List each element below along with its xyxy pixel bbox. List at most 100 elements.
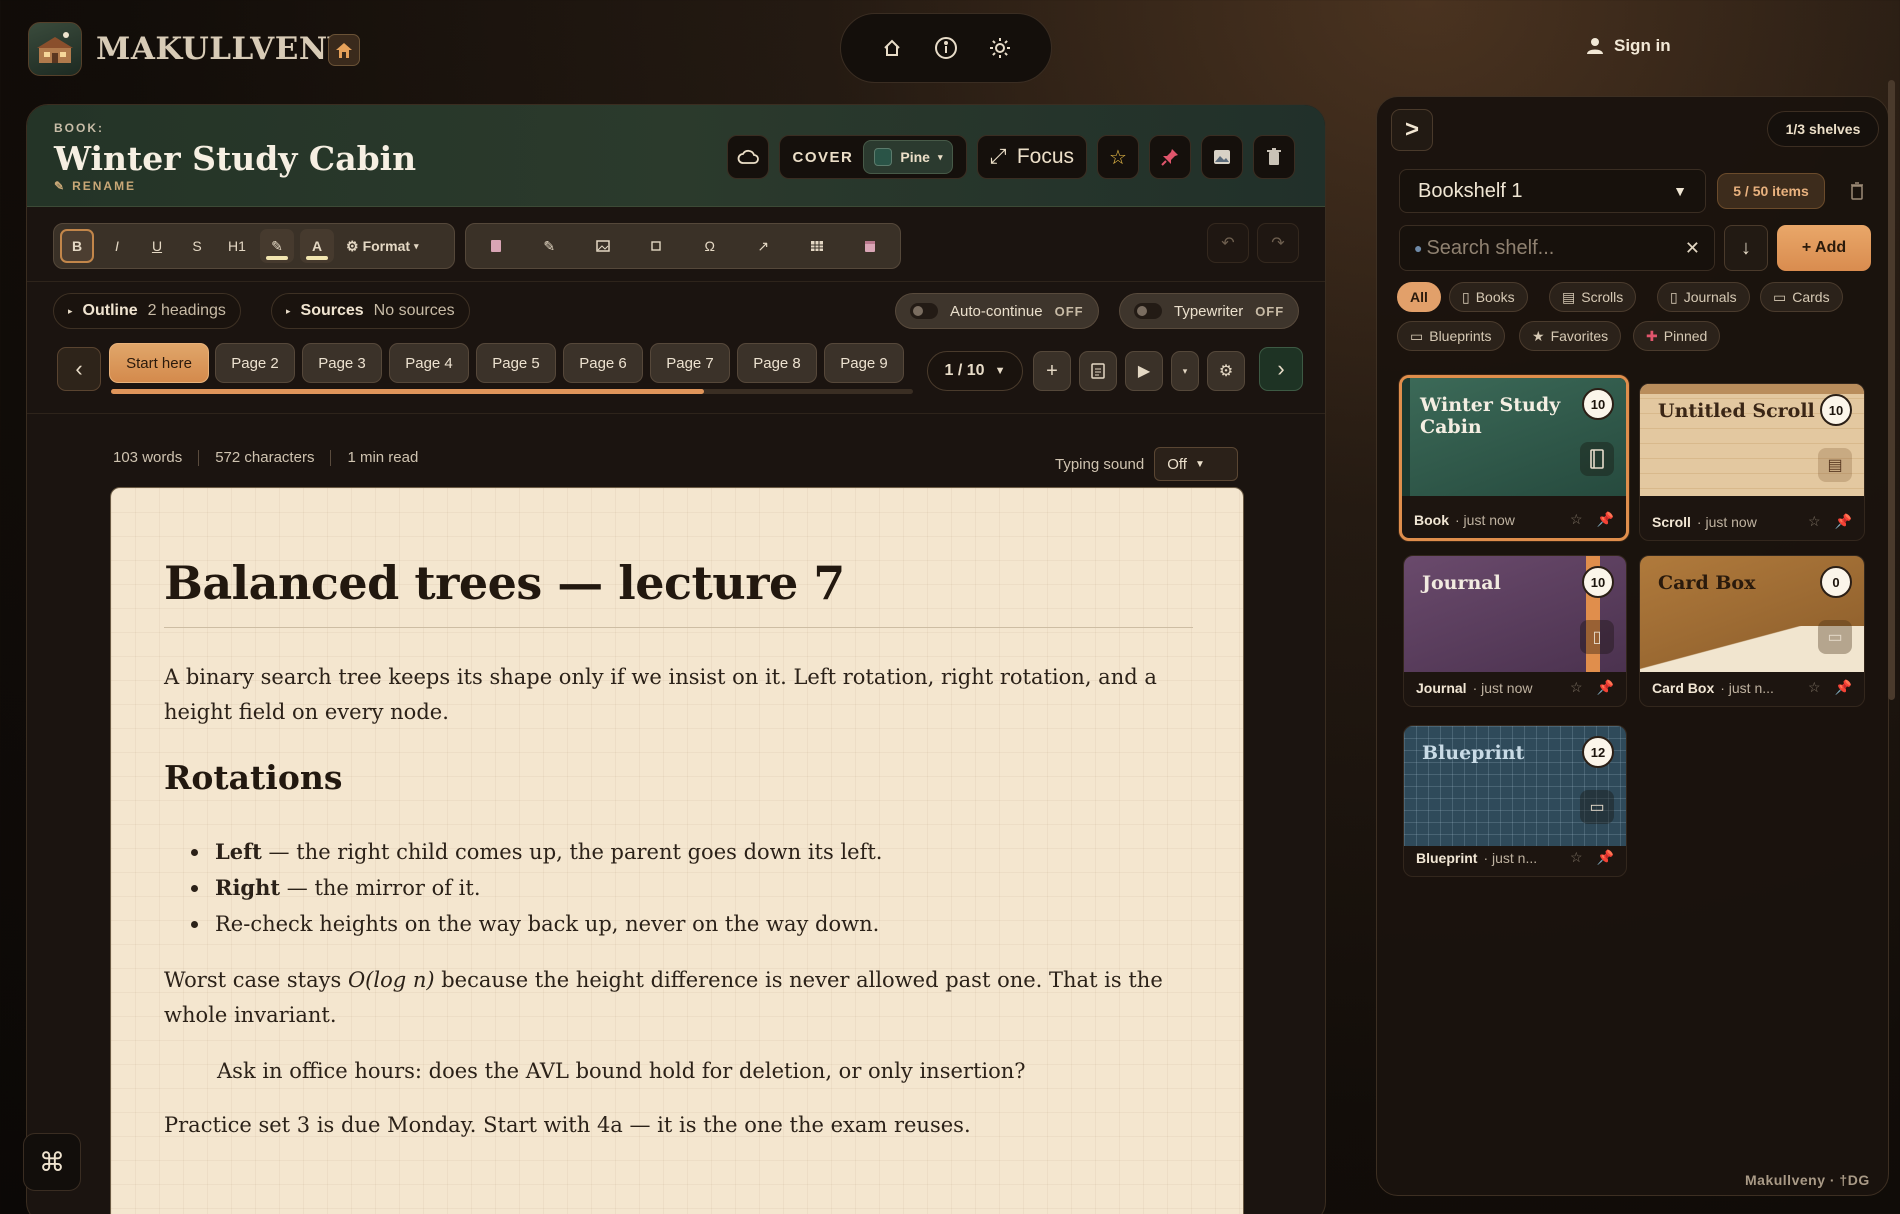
favorite-button[interactable]: ☆ <box>1097 135 1139 179</box>
pin-icon[interactable]: 📌 <box>1597 849 1614 866</box>
command-palette-button[interactable]: ⌘ <box>23 1133 81 1191</box>
page-tab[interactable]: Page 8 <box>737 343 817 383</box>
bookshelf-select[interactable]: Bookshelf 1 ▼ <box>1399 169 1706 213</box>
typing-sound-select[interactable]: Off ▼ <box>1154 447 1239 481</box>
page-tab[interactable]: Page 9 <box>824 343 904 383</box>
format-menu-button[interactable]: ⚙ Format ▾ <box>340 238 425 255</box>
image-icon <box>1214 150 1230 164</box>
filter-scrolls[interactable]: ▤ Scrolls <box>1549 282 1637 312</box>
shape-icon[interactable] <box>639 229 673 263</box>
chevron-down-icon: ▼ <box>1673 183 1687 199</box>
filter-label: Books <box>1475 289 1515 305</box>
symbol-icon[interactable]: Ω <box>693 229 727 263</box>
filter-pinned[interactable]: ✚ Pinned <box>1633 321 1721 351</box>
star-icon[interactable]: ☆ <box>1570 849 1583 866</box>
shelf-card-blueprint[interactable]: Blueprint 12 ▭ Blueprint · just n... ☆ 📌 <box>1403 725 1627 877</box>
star-icon[interactable]: ☆ <box>1808 513 1821 530</box>
page-settings-button[interactable]: ⚙ <box>1207 351 1245 391</box>
image-button[interactable] <box>1201 135 1243 179</box>
clear-search-icon[interactable]: ✕ <box>1685 238 1700 259</box>
calendar-icon[interactable] <box>853 229 887 263</box>
auto-continue-toggle[interactable]: Auto-continue OFF <box>895 293 1099 329</box>
add-item-button[interactable]: + Add <box>1777 225 1871 271</box>
list-item: Re-check heights on the way back up, nev… <box>191 906 882 942</box>
page-tab[interactable]: Page 6 <box>563 343 643 383</box>
shelves-count[interactable]: 1/3 shelves <box>1767 111 1879 147</box>
sources-toggle[interactable]: ▸ Sources No sources <box>271 293 470 329</box>
page-tab[interactable]: Page 5 <box>476 343 556 383</box>
shelf-search-input[interactable]: ● Search shelf... ✕ <box>1399 225 1715 271</box>
shelf-card-scroll[interactable]: Untitled Scroll 10 ▤ Scroll · just now ☆ 📌 <box>1639 383 1865 541</box>
table-icon[interactable] <box>800 229 834 263</box>
scrollbar[interactable] <box>1888 80 1895 700</box>
sort-button[interactable]: ↓ <box>1724 225 1768 271</box>
blueprint-icon: ▭ <box>1580 790 1614 824</box>
document-heading-1: Balanced trees — lecture 7 <box>164 556 845 610</box>
page-doc-button[interactable] <box>1079 351 1117 391</box>
clear-shelf-button[interactable] <box>1839 173 1875 209</box>
cloud-sync-button[interactable] <box>727 135 769 179</box>
draw-icon[interactable]: ✎ <box>532 229 566 263</box>
cover-color-select[interactable]: Pine ▾ <box>863 140 954 174</box>
filter-journals[interactable]: ▯ Journals <box>1657 282 1750 312</box>
book-title[interactable]: Winter Study Cabin <box>54 139 416 178</box>
shelf-card-book[interactable]: Winter Study Cabin 10 Book · just now ☆ 📌 <box>1399 375 1629 541</box>
insert-image-icon[interactable] <box>586 229 620 263</box>
pin-icon[interactable]: 📌 <box>1597 679 1614 696</box>
page-tab[interactable]: Page 7 <box>650 343 730 383</box>
arrow-icon[interactable]: ↗ <box>746 229 780 263</box>
filter-cards[interactable]: ▭ Cards <box>1760 282 1843 312</box>
star-icon[interactable]: ☆ <box>1808 679 1821 696</box>
italic-button[interactable]: I <box>100 229 134 263</box>
cover-label: COVER <box>792 148 854 166</box>
collapse-panel-button[interactable]: > <box>1391 109 1433 151</box>
undo-button[interactable]: ↶ <box>1207 223 1249 263</box>
highlight-button[interactable]: ✎ <box>260 229 294 263</box>
pin-icon[interactable]: 📌 <box>1835 679 1852 696</box>
star-icon[interactable]: ☆ <box>1570 511 1583 528</box>
app-logo[interactable] <box>28 22 82 76</box>
info-icon[interactable] <box>928 30 964 66</box>
insert-note-icon[interactable] <box>479 229 513 263</box>
heading-button[interactable]: H1 <box>220 229 254 263</box>
document-page[interactable]: Balanced trees — lecture 7 A binary sear… <box>110 487 1244 1214</box>
redo-button[interactable]: ↷ <box>1257 223 1299 263</box>
page-tab[interactable]: Page 2 <box>215 343 295 383</box>
page-selector[interactable]: 1 / 10 ▼ <box>927 351 1023 391</box>
shelf-card-journal[interactable]: Journal 10 ▯ Journal · just now ☆ 📌 <box>1403 555 1627 707</box>
pin-icon[interactable]: 📌 <box>1597 511 1614 528</box>
sign-in-button[interactable]: Sign in <box>1586 36 1671 56</box>
settings-icon[interactable] <box>982 30 1018 66</box>
underline-button[interactable]: U <box>140 229 174 263</box>
pin-button[interactable] <box>1149 135 1191 179</box>
cover-picker[interactable]: COVER Pine ▾ <box>779 135 967 179</box>
text-color-button[interactable]: A <box>300 229 334 263</box>
home-icon[interactable] <box>874 30 910 66</box>
prev-page-button[interactable]: ‹ <box>57 347 101 391</box>
shelf-card-cardbox[interactable]: Card Box 0 ▭ Card Box · just n... ☆ 📌 <box>1639 555 1865 707</box>
page-tab[interactable]: Page 3 <box>302 343 382 383</box>
pine-swatch <box>874 148 893 166</box>
bold-button[interactable]: B <box>60 229 94 263</box>
list-item-bold: Right <box>215 875 281 900</box>
strikethrough-button[interactable]: S <box>180 229 214 263</box>
cover-color-value: Pine <box>900 149 930 165</box>
filter-all[interactable]: All <box>1397 282 1441 312</box>
play-button[interactable]: ▶ <box>1125 351 1163 391</box>
focus-button[interactable]: ⤢ Focus <box>977 135 1087 179</box>
filter-favorites[interactable]: ★ Favorites <box>1519 321 1622 351</box>
filter-blueprints[interactable]: ▭ Blueprints <box>1397 321 1505 351</box>
delete-button[interactable] <box>1253 135 1295 179</box>
filter-books[interactable]: ▯ Books <box>1449 282 1528 312</box>
pin-icon[interactable]: 📌 <box>1835 513 1852 530</box>
list-item: Right — the mirror of it. <box>191 870 882 906</box>
page-tab[interactable]: Page 4 <box>389 343 469 383</box>
add-page-button[interactable]: + <box>1033 351 1071 391</box>
outline-toggle[interactable]: ▸ Outline 2 headings <box>53 293 241 329</box>
star-icon[interactable]: ☆ <box>1570 679 1583 696</box>
next-page-button[interactable]: › <box>1259 347 1303 391</box>
rename-button[interactable]: ✎ RENAME <box>54 179 136 193</box>
page-tab[interactable]: Start here <box>109 343 209 383</box>
play-options-button[interactable]: ▾ <box>1171 351 1199 391</box>
typewriter-toggle[interactable]: Typewriter OFF <box>1119 293 1300 329</box>
